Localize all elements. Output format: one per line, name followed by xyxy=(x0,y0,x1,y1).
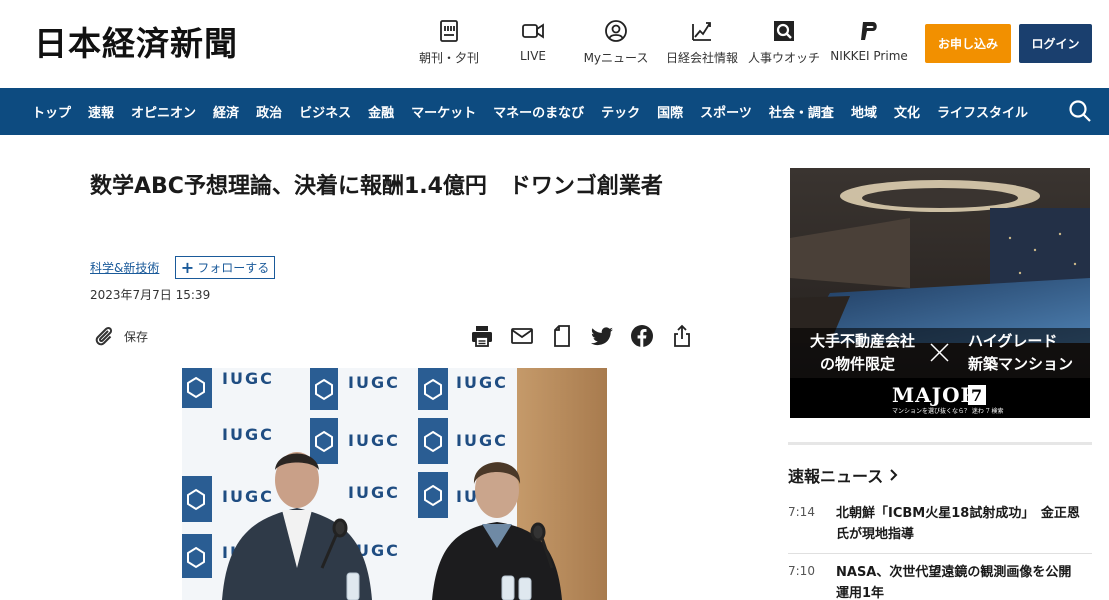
backdrop-logo: IUGC xyxy=(348,483,400,502)
backdrop-logo: IUGC xyxy=(222,369,274,388)
backdrop-logo: IUGC xyxy=(456,431,508,450)
ad-tagline: マンションを選び抜くなら？ 迷わ 7 検索 xyxy=(892,407,1004,415)
header-nav-label: 人事ウオッチ xyxy=(747,51,820,65)
save-label: 保存 xyxy=(124,329,149,344)
section-nav-item[interactable]: トップ xyxy=(32,102,71,121)
article-photo: IUGC IUGC IUGC IUGC IUGC IUGC IUGC IUGC … xyxy=(182,368,607,600)
paperclip-icon xyxy=(95,326,113,346)
backdrop-logo: IUGC xyxy=(222,425,274,444)
nikkei-logo[interactable]: 日本経済新聞 xyxy=(34,26,312,62)
header-nav-label: Myニュース xyxy=(583,51,649,65)
ad-copy-left-1: 大手不動産会社 xyxy=(810,332,915,350)
section-nav-item[interactable]: テック xyxy=(601,102,640,121)
header-nav-live[interactable]: LIVE xyxy=(505,18,561,70)
section-nav-item[interactable]: ライフスタイル xyxy=(937,102,1028,121)
backdrop-logo: IUGC xyxy=(348,431,400,450)
section-nav-item[interactable]: 経済 xyxy=(213,102,239,121)
prime-logo-icon xyxy=(861,22,877,40)
header-nav-label: NIKKEI Prime xyxy=(830,49,908,63)
news-headline: NASA、次世代望遠鏡の観測画像を公開 運用1年 xyxy=(836,565,1085,600)
ad-brand: MAJOR xyxy=(892,383,978,407)
search-icon[interactable] xyxy=(1067,98,1093,124)
section-nav-item[interactable]: スポーツ xyxy=(700,102,752,121)
gift-article-icon[interactable] xyxy=(550,324,574,348)
section-nav-item[interactable]: 文化 xyxy=(894,102,920,121)
section-nav-item[interactable]: 社会・調査 xyxy=(769,102,834,121)
section-nav-item[interactable]: 金融 xyxy=(368,102,394,121)
follow-label: フォローする xyxy=(197,261,270,275)
plus-icon: + xyxy=(180,257,195,277)
header-nav-mynews[interactable]: Myニュース xyxy=(580,18,652,70)
print-icon[interactable] xyxy=(470,324,494,348)
magnifier-icon xyxy=(774,21,794,41)
header-nav-paper-edition[interactable]: 朝刊・夕刊 xyxy=(413,18,485,70)
ad-copy-left-2: の物件限定 xyxy=(820,355,895,373)
ad-copy-right-1: ハイグレード xyxy=(968,332,1057,350)
topic-link[interactable]: 科学&新技術 xyxy=(90,259,159,276)
section-nav-item[interactable]: 国際 xyxy=(657,102,683,121)
ad-copy-right-2: 新築マンション xyxy=(968,355,1073,373)
section-nav-item[interactable]: 政治 xyxy=(256,102,282,121)
news-headline: 北朝鮮「ICBM火星18試射成功」 金正恩氏が現地指導 xyxy=(836,506,1080,542)
user-icon xyxy=(605,20,627,42)
site-header: 日本経済新聞 朝刊・夕刊 LIVE Myニュース 日経会社情報 人事ウオッチ N… xyxy=(0,0,1109,88)
advertisement-banner[interactable]: 大手不動産会社 の物件限定 ハイグレード 新築マンション MAJOR 7 マンシ… xyxy=(790,168,1090,418)
header-nav-label: 日経会社情報 xyxy=(665,51,738,65)
news-divider xyxy=(788,553,1092,554)
header-nav-nikkei-prime[interactable]: NIKKEI Prime xyxy=(829,18,909,70)
news-item[interactable]: 7:14 北朝鮮「ICBM火星18試射成功」 金正恩氏が現地指導 xyxy=(788,503,1092,551)
facebook-icon[interactable] xyxy=(630,324,654,348)
section-nav-bar: トップ 速報 オピニオン 経済 政治 ビジネス 金融 マーケット マネーのまなび テック 国際 スポー… xyxy=(0,88,1109,135)
share-icon[interactable] xyxy=(670,324,694,348)
save-button[interactable]: 保存 xyxy=(92,323,148,349)
news-time: 7:10 xyxy=(788,564,815,578)
article-title: 数学ABC予想理論、決着に報酬1.4億円 ドワンゴ創業者 xyxy=(90,174,663,199)
chart-icon xyxy=(692,22,711,41)
chevron-right-icon xyxy=(890,469,898,481)
follow-button[interactable]: + フォローする xyxy=(175,256,275,279)
header-nav-hr-watch[interactable]: 人事ウオッチ xyxy=(746,18,822,70)
section-nav-item[interactable]: 速報 xyxy=(88,102,114,121)
header-nav-label: LIVE xyxy=(519,49,546,63)
section-nav-item[interactable]: マネーのまなび xyxy=(493,102,584,121)
news-item[interactable]: 7:10 NASA、次世代望遠鏡の観測画像を公開 運用1年 xyxy=(788,562,1092,600)
newspaper-icon xyxy=(440,20,458,42)
news-time: 7:14 xyxy=(788,505,815,519)
login-button[interactable]: ログイン xyxy=(1019,24,1092,63)
sidebar-divider xyxy=(788,442,1092,445)
section-nav-item[interactable]: 地域 xyxy=(851,102,877,121)
breaking-news-title: 速報ニュース xyxy=(788,467,884,486)
section-nav-item[interactable]: マーケット xyxy=(411,102,476,121)
mail-icon[interactable] xyxy=(510,324,534,348)
header-nav-company-info[interactable]: 日経会社情報 xyxy=(662,18,742,70)
video-camera-icon xyxy=(522,23,544,39)
backdrop-logo: IUGC xyxy=(456,373,508,392)
backdrop-logo: IUGC xyxy=(222,487,274,506)
section-nav-list: トップ 速報 オピニオン 経済 政治 ビジネス 金融 マーケット マネーのまなび テック 国際 スポー… xyxy=(32,88,1028,135)
header-nav-label: 朝刊・夕刊 xyxy=(418,51,479,65)
section-nav-item[interactable]: ビジネス xyxy=(299,102,351,121)
backdrop-logo: IUGC xyxy=(348,373,400,392)
subscribe-button[interactable]: お申し込み xyxy=(925,24,1011,63)
ad-brand-number: 7 xyxy=(971,386,982,405)
article-date: 2023年7月7日 15:39 xyxy=(90,288,211,302)
breaking-news-link[interactable]: 速報ニュース xyxy=(788,463,899,487)
twitter-icon[interactable] xyxy=(590,324,614,348)
section-nav-item[interactable]: オピニオン xyxy=(131,102,196,121)
